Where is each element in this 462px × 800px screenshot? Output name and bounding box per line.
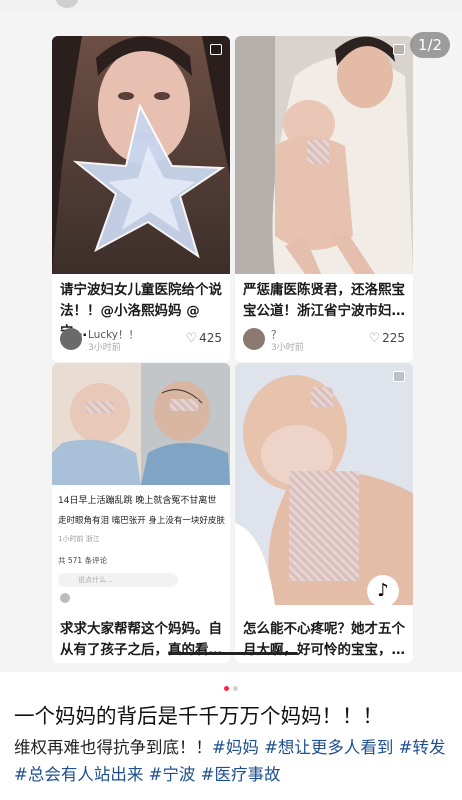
note-card-4[interactable]: ♪ ❚❚ 怎么能不心疼呢？她才五个月大啊，好可怜的宝宝，… — [235, 363, 413, 663]
hashtag[interactable]: #宁波 — [149, 765, 196, 784]
note-card-2[interactable]: 严惩庸医陈贤君，还洛熙宝宝公道！浙江省宁波市妇… ？ 3小时前 ♡ 225 — [235, 36, 413, 362]
like-count: 225 — [382, 331, 405, 345]
scroll-progress-line — [168, 652, 298, 655]
screenshot-input-placeholder: 说点什么... — [78, 576, 113, 584]
card-title: 严惩庸医陈贤君，还洛熙宝宝公道！浙江省宁波市妇… — [243, 282, 405, 319]
avatar — [60, 593, 70, 603]
mosaic-blur — [307, 140, 329, 164]
carousel-dot-active[interactable] — [224, 686, 229, 691]
avatar[interactable] — [56, 0, 78, 8]
top-strip — [0, 0, 462, 10]
mosaic-blur — [311, 387, 333, 407]
post-title: 一个妈妈的背后是千千万万个妈妈！！！ — [14, 704, 383, 728]
avatar[interactable] — [243, 328, 265, 350]
note-card-3[interactable]: 14日早上活蹦乱跳 晚上就含冤不甘离世 走时眼角有泪 嘴巴张开 身上没有一块好皮… — [52, 363, 230, 663]
like-count: 425 — [199, 331, 222, 345]
like-button[interactable]: ♡ 425 — [185, 331, 222, 346]
screenshot-comment-input: 说点什么... — [58, 573, 178, 587]
image-carousel[interactable]: 请宁波妇女儿童医院给个说法！！@小洛熙妈妈 @宁… Lucky！！ 3小时前 ♡… — [0, 10, 462, 672]
card-photo — [235, 36, 413, 274]
mosaic-blur — [86, 401, 114, 413]
hashtag[interactable]: #妈妈 — [212, 738, 259, 757]
screenshot-caption: 走时眼角有泪 嘴巴张开 身上没有一块好皮肤 — [58, 516, 225, 526]
mosaic-blur — [170, 399, 198, 411]
post-body-text: 维权再难也得抗争到底！！ — [14, 738, 212, 757]
card-photo: ♪ ❚❚ — [235, 363, 413, 607]
like-button[interactable]: ♡ 225 — [368, 331, 405, 346]
tiktok-logo-icon: ♪ — [367, 575, 399, 607]
screenshot-comments: 共 571 条评论 — [58, 556, 108, 565]
post-time: 3小时前 — [271, 343, 304, 353]
card-photo — [52, 36, 230, 274]
carousel-dots — [0, 676, 462, 691]
video-badge-icon — [210, 44, 222, 55]
video-badge-icon — [393, 371, 405, 382]
video-badge-icon — [393, 44, 405, 55]
heart-outline-icon: ♡ — [185, 331, 198, 346]
card-meta: Lucky！！ 3小时前 ♡ 425 — [60, 328, 222, 354]
post-body: 维权再难也得抗争到底！！#妈妈 #想让更多人看到 #转发 #总会有人站出来 #宁… — [14, 734, 454, 788]
card-photo: 14日早上活蹦乱跳 晚上就含冤不甘离世 走时眼角有泪 嘴巴张开 身上没有一块好皮… — [52, 363, 230, 605]
post-time: 3小时前 — [88, 343, 121, 353]
pause-icon[interactable]: ❚❚ — [243, 589, 260, 600]
hashtag[interactable]: #想让更多人看到 — [264, 738, 393, 757]
avatar[interactable] — [60, 328, 82, 350]
hashtag[interactable]: #医疗事故 — [201, 765, 281, 784]
page-counter: 1/2 — [410, 32, 450, 58]
note-card-1[interactable]: 请宁波妇女儿童医院给个说法！！@小洛熙妈妈 @宁… Lucky！！ 3小时前 ♡… — [52, 36, 230, 362]
screenshot-meta: 1小时前 浙江 — [58, 535, 100, 543]
hashtag[interactable]: #总会有人站出来 — [14, 765, 143, 784]
card-meta: ？ 3小时前 ♡ 225 — [243, 328, 405, 354]
mosaic-blur — [289, 471, 359, 581]
carousel-dot[interactable] — [233, 686, 238, 691]
hashtag[interactable]: #转发 — [399, 738, 446, 757]
heart-outline-icon: ♡ — [368, 331, 381, 346]
screenshot-caption: 14日早上活蹦乱跳 晚上就含冤不甘离世 — [58, 496, 217, 506]
